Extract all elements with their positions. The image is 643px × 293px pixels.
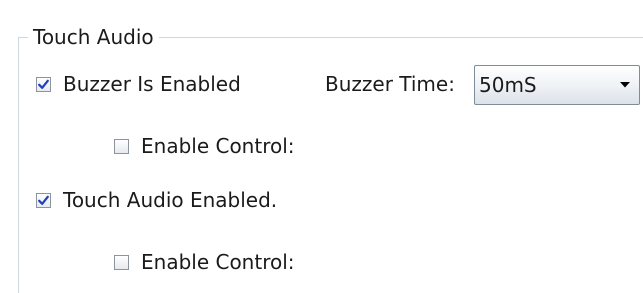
touch-audio-enabled-label: Touch Audio Enabled. bbox=[63, 188, 278, 212]
group-title: Touch Audio bbox=[28, 23, 159, 51]
touch-audio-enabled-checkbox[interactable] bbox=[36, 192, 51, 208]
buzzer-enable-control-checkbox[interactable] bbox=[114, 138, 129, 154]
touch-audio-enabled-row[interactable]: Touch Audio Enabled. bbox=[36, 188, 277, 212]
buzzer-time-value: 50mS bbox=[479, 73, 537, 97]
chevron-down-icon[interactable] bbox=[615, 81, 635, 89]
touch-audio-enable-control-label: Enable Control: bbox=[141, 250, 295, 274]
buzzer-enabled-label: Buzzer Is Enabled bbox=[63, 72, 241, 96]
buzzer-enable-control-label: Enable Control: bbox=[141, 134, 295, 158]
touch-audio-enable-control-checkbox[interactable] bbox=[114, 254, 129, 270]
buzzer-time-select[interactable]: 50mS bbox=[474, 65, 640, 105]
buzzer-enable-control-row[interactable]: Enable Control: bbox=[114, 134, 295, 158]
touch-audio-enable-control-row[interactable]: Enable Control: bbox=[114, 250, 295, 274]
buzzer-enabled-row[interactable]: Buzzer Is Enabled bbox=[36, 72, 241, 96]
checkmark-icon bbox=[38, 79, 49, 89]
buzzer-enabled-checkbox[interactable] bbox=[36, 76, 51, 92]
buzzer-time-label: Buzzer Time: bbox=[325, 72, 455, 96]
checkmark-icon bbox=[38, 195, 49, 205]
